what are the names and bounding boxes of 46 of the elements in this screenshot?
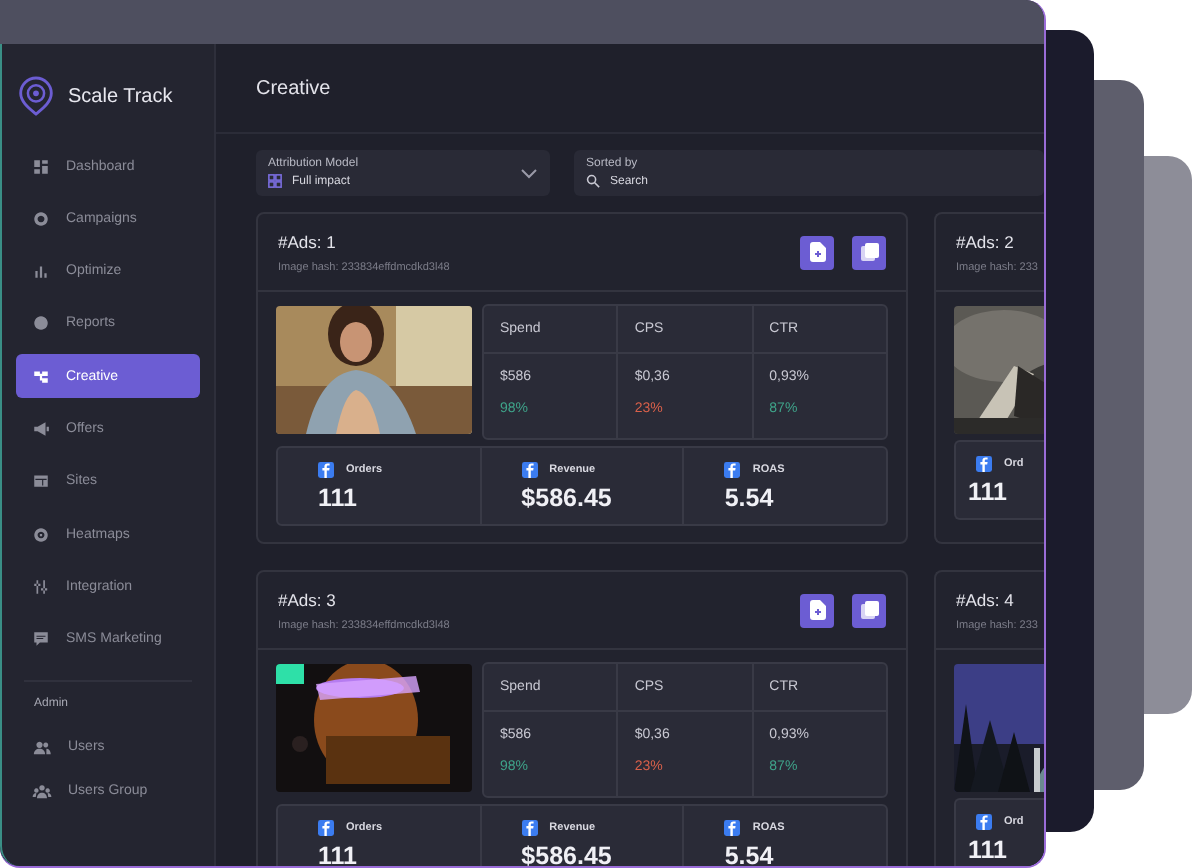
grid-icon xyxy=(268,174,282,188)
facebook-icon xyxy=(318,820,334,836)
nav-icon xyxy=(32,525,50,544)
facebook-icon xyxy=(724,820,741,836)
ad-title: #Ads: 4 xyxy=(956,589,1016,609)
users-icon xyxy=(32,781,52,802)
users-icon xyxy=(32,737,52,758)
app-name: Scale Track xyxy=(68,85,173,107)
nav-icon xyxy=(32,577,50,596)
facebook-icon xyxy=(976,814,992,830)
nav-icon xyxy=(32,157,50,175)
facebook-icon xyxy=(976,456,992,472)
location-pin-logo-icon xyxy=(18,76,54,116)
search-icon xyxy=(586,174,600,188)
nav-icon xyxy=(32,472,50,491)
ad-title: #Ads: 1 xyxy=(278,231,338,251)
nav-icon xyxy=(32,419,50,438)
stat-value: 111 xyxy=(318,484,359,512)
file-plus-icon xyxy=(809,242,825,262)
facebook-icon xyxy=(318,462,334,478)
stat-value: $586.45 xyxy=(521,484,614,512)
chevron-down-icon xyxy=(520,167,538,179)
copy-button[interactable] xyxy=(852,593,886,627)
page-title: Creative xyxy=(256,77,331,99)
add-file-button[interactable] xyxy=(800,235,834,269)
stat-value: 111 xyxy=(318,842,359,866)
file-plus-icon xyxy=(809,600,825,620)
stat-value: 5.54 xyxy=(724,842,776,866)
nav-icon xyxy=(32,209,50,228)
facebook-icon xyxy=(521,820,538,836)
copy-icon xyxy=(859,600,879,620)
stat-value: 111 xyxy=(968,478,1009,506)
copy-button[interactable] xyxy=(852,235,886,269)
stat-value: $586.45 xyxy=(521,842,614,866)
copy-icon xyxy=(859,242,879,262)
stat-value: 111 xyxy=(968,836,1009,864)
nav-icon xyxy=(32,367,50,386)
facebook-icon xyxy=(521,462,538,478)
nav-icon xyxy=(32,262,50,281)
stat-value: 5.54 xyxy=(724,484,776,512)
nav-icon xyxy=(32,314,50,333)
nav-icon xyxy=(32,630,50,649)
facebook-icon xyxy=(724,462,741,478)
add-file-button[interactable] xyxy=(800,593,834,627)
ad-title: #Ads: 3 xyxy=(278,589,338,609)
ad-title: #Ads: 2 xyxy=(956,231,1016,251)
